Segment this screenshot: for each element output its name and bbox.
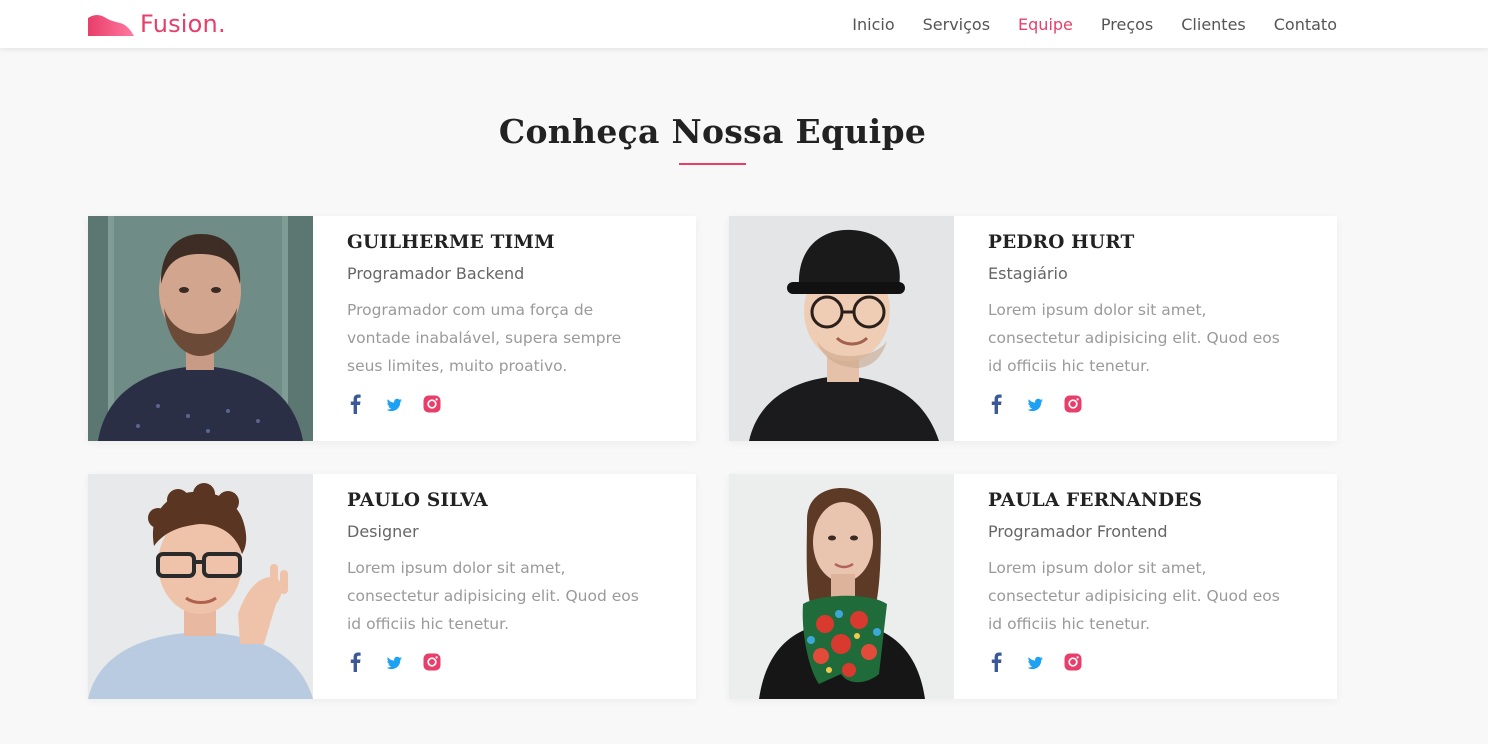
card-body: PAULO SILVA Designer Lorem ipsum dolor s…: [313, 474, 696, 699]
member-role: Designer: [347, 522, 419, 541]
facebook-icon: [991, 652, 1002, 672]
instagram-link[interactable]: [1064, 394, 1082, 414]
title-underline: [679, 163, 746, 165]
facebook-link[interactable]: [347, 394, 365, 414]
instagram-icon: [1064, 395, 1082, 413]
member-description: Lorem ipsum dolor sit amet, consectetur …: [347, 559, 639, 633]
twitter-icon: [1027, 398, 1043, 412]
member-name: GUILHERME TIMM: [347, 232, 555, 253]
nav-menu: Inicio Serviços Equipe Preços Clientes C…: [852, 0, 1337, 48]
member-description: Lorem ipsum dolor sit amet, consectetur …: [988, 559, 1280, 633]
nav-link-inicio[interactable]: Inicio: [852, 15, 894, 34]
nav-link-equipe[interactable]: Equipe: [1018, 15, 1073, 34]
member-photo: [88, 216, 313, 441]
nav-link-clientes[interactable]: Clientes: [1181, 15, 1246, 34]
social-links: [988, 650, 1337, 674]
team-card-paula: PAULA FERNANDES Programador Frontend Lor…: [729, 474, 1337, 699]
nav-item-inicio: Inicio: [852, 15, 894, 34]
woman-scarf-portrait: [729, 474, 954, 699]
twitter-link[interactable]: [385, 652, 403, 672]
team-card-pedro: PEDRO HURT Estagiário Lorem ipsum dolor …: [729, 216, 1337, 441]
member-photo: [88, 474, 313, 699]
member-description: Programador com uma força de vontade ina…: [347, 301, 622, 375]
section-title: Conheça Nossa Equipe: [498, 112, 927, 151]
member-name: PAULA FERNANDES: [988, 490, 1203, 511]
facebook-link[interactable]: [347, 652, 365, 672]
member-role: Estagiário: [988, 264, 1068, 283]
member-role: Programador Backend: [347, 264, 525, 283]
nav-item-precos: Preços: [1101, 15, 1153, 34]
social-links: [347, 650, 696, 674]
instagram-icon: [423, 653, 441, 671]
nav-item-clientes: Clientes: [1181, 15, 1246, 34]
twitter-link[interactable]: [385, 394, 403, 414]
instagram-link[interactable]: [1064, 652, 1082, 672]
man-glasses-curly-hair-portrait: [88, 474, 313, 699]
twitter-icon: [386, 656, 402, 670]
team-card-guilherme: GUILHERME TIMM Programador Backend Progr…: [88, 216, 696, 441]
member-photo: [729, 474, 954, 699]
brand-logo-link[interactable]: Fusion.: [88, 6, 226, 42]
member-name: PAULO SILVA: [347, 490, 488, 511]
nav-item-contato: Contato: [1274, 15, 1337, 34]
man-cap-glasses-portrait: [729, 216, 954, 441]
member-description: Lorem ipsum dolor sit amet, consectetur …: [988, 301, 1280, 375]
twitter-icon: [1027, 656, 1043, 670]
facebook-icon: [350, 652, 361, 672]
instagram-icon: [423, 395, 441, 413]
instagram-icon: [1064, 653, 1082, 671]
member-photo: [729, 216, 954, 441]
brand-name: Fusion.: [140, 10, 226, 38]
nav-link-contato[interactable]: Contato: [1274, 15, 1337, 34]
twitter-icon: [386, 398, 402, 412]
instagram-link[interactable]: [423, 394, 441, 414]
man-beard-portrait: [88, 216, 313, 441]
social-links: [988, 392, 1337, 416]
nav-item-equipe: Equipe: [1018, 15, 1073, 34]
nav-link-precos[interactable]: Preços: [1101, 15, 1153, 34]
social-links: [347, 392, 696, 416]
twitter-link[interactable]: [1026, 394, 1044, 414]
twitter-link[interactable]: [1026, 652, 1044, 672]
card-body: PAULA FERNANDES Programador Frontend Lor…: [954, 474, 1337, 699]
wave-logo-icon: [88, 15, 134, 36]
instagram-link[interactable]: [423, 652, 441, 672]
facebook-icon: [350, 394, 361, 414]
facebook-link[interactable]: [988, 652, 1006, 672]
member-name: PEDRO HURT: [988, 232, 1135, 253]
member-role: Programador Frontend: [988, 522, 1168, 541]
nav-link-servicos[interactable]: Serviços: [923, 15, 990, 34]
facebook-icon: [991, 394, 1002, 414]
facebook-link[interactable]: [988, 394, 1006, 414]
card-body: PEDRO HURT Estagiário Lorem ipsum dolor …: [954, 216, 1337, 441]
card-body: GUILHERME TIMM Programador Backend Progr…: [313, 216, 696, 441]
navbar: Fusion. Inicio Serviços Equipe Preços Cl…: [0, 0, 1488, 48]
nav-item-servicos: Serviços: [923, 15, 990, 34]
team-card-paulo: PAULO SILVA Designer Lorem ipsum dolor s…: [88, 474, 696, 699]
